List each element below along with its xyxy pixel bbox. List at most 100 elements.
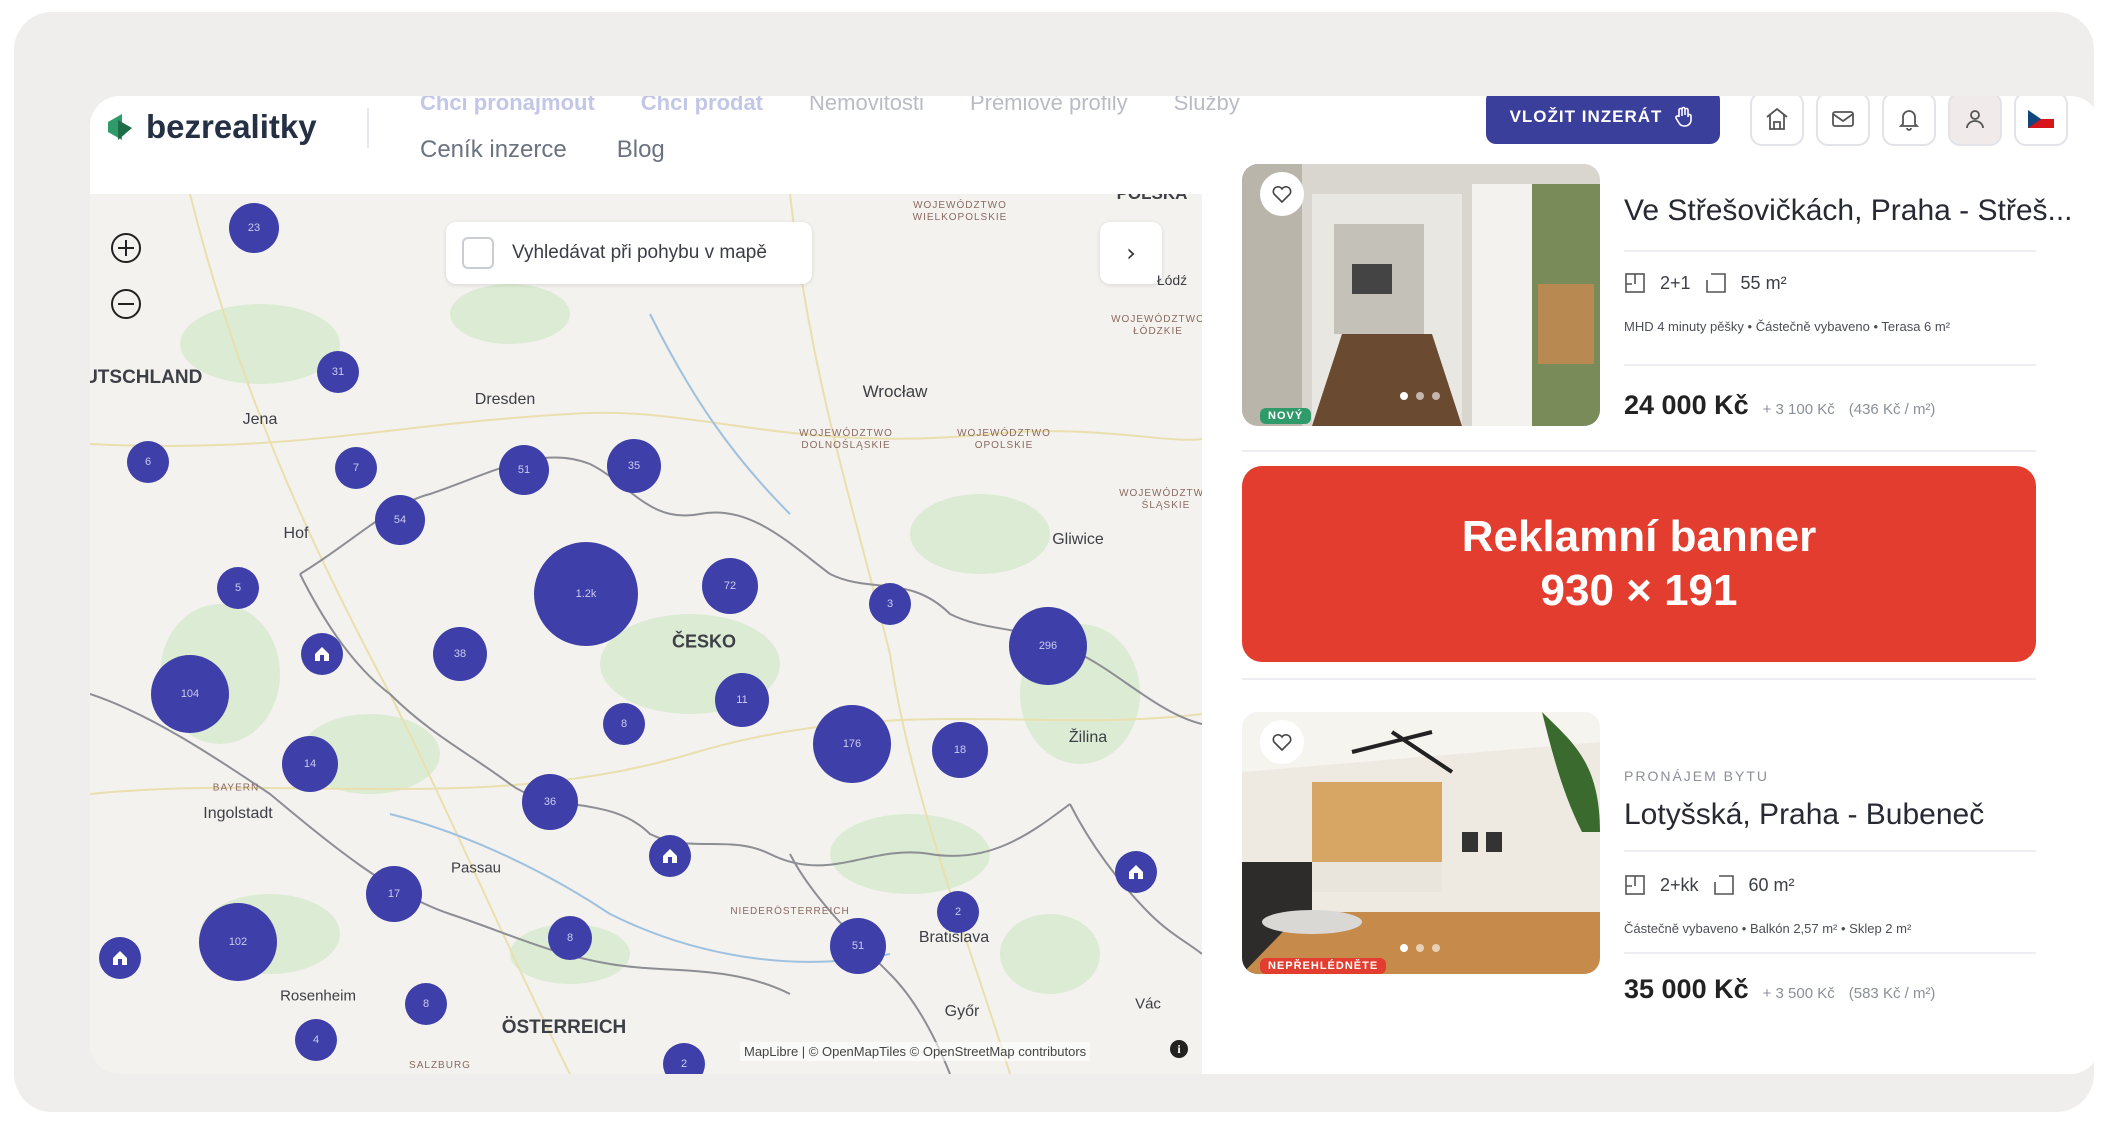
map-cluster[interactable]: 8 bbox=[405, 983, 447, 1025]
property-pin[interactable] bbox=[301, 633, 343, 675]
map-cluster[interactable]: 54 bbox=[375, 495, 425, 545]
map-cluster[interactable]: 104 bbox=[151, 655, 229, 733]
photo-carousel-dots[interactable] bbox=[1400, 944, 1440, 952]
map-cluster[interactable]: 51 bbox=[830, 918, 886, 974]
listing-photo[interactable]: NOVÝ bbox=[1242, 164, 1600, 426]
listing-title[interactable]: Lotyšská, Praha - Bubeneč bbox=[1624, 798, 1984, 832]
home-icon bbox=[113, 951, 127, 965]
post-listing-button[interactable]: VLOŽIT INZERÁT bbox=[1486, 96, 1720, 144]
bell-icon bbox=[1898, 110, 1920, 131]
listing-price: 24 000 Kč + 3 100 Kč (436 Kč / m²) bbox=[1624, 390, 1935, 421]
map-cluster[interactable]: 7 bbox=[335, 447, 377, 489]
map-cluster[interactable]: 4 bbox=[295, 1019, 337, 1061]
listing-photo[interactable]: NEPŘEHLÉDNĚTE bbox=[1242, 712, 1600, 974]
home-icon bbox=[1129, 865, 1143, 879]
logo[interactable]: bezrealitky bbox=[106, 108, 317, 146]
map-cluster[interactable]: 176 bbox=[813, 705, 891, 783]
ad-banner-size: 930 × 191 bbox=[1540, 566, 1738, 615]
listing-area: 60 m² bbox=[1748, 874, 1795, 895]
map-cluster[interactable]: 6 bbox=[127, 441, 169, 483]
map-cluster[interactable]: 1.2k bbox=[534, 542, 638, 646]
place-label: DEUTSCHLAND bbox=[90, 367, 203, 388]
zoom-in-button[interactable] bbox=[104, 226, 148, 270]
search-on-move-toggle[interactable]: Vyhledávat při pohybu v mapě bbox=[446, 222, 812, 284]
info-icon[interactable]: i bbox=[1170, 1040, 1188, 1058]
user-profile-button[interactable] bbox=[1948, 96, 2002, 146]
home-icon bbox=[315, 647, 329, 661]
floorplan-icon bbox=[1625, 273, 1645, 293]
ad-banner-title: Reklamní banner bbox=[1461, 512, 1817, 561]
nav-item-premium[interactable]: Prémiové profily bbox=[970, 96, 1128, 116]
listing-rooms: 2+kk bbox=[1660, 874, 1699, 895]
map-cluster[interactable]: 72 bbox=[702, 558, 758, 614]
place-label: Vác bbox=[1135, 995, 1161, 1013]
region-label: WOJEWÓDZTWO ŁÓDZKIE bbox=[1111, 314, 1202, 337]
map-cluster[interactable]: 36 bbox=[522, 774, 578, 830]
place-label: BAYERN bbox=[212, 782, 260, 794]
favorite-button[interactable] bbox=[1260, 172, 1304, 216]
place-label: Győr bbox=[944, 1003, 980, 1020]
price-per-m2: (583 Kč / m²) bbox=[1848, 985, 1936, 1002]
language-button[interactable] bbox=[2014, 96, 2068, 146]
listing-area: 55 m² bbox=[1740, 272, 1787, 293]
price-per-m2: (436 Kč / m²) bbox=[1848, 401, 1936, 418]
messages-button[interactable] bbox=[1816, 96, 1870, 146]
map-cluster[interactable]: 5 bbox=[217, 567, 259, 609]
place-label: Ingolstadt bbox=[203, 805, 273, 822]
property-pin[interactable] bbox=[649, 835, 691, 877]
map-cluster[interactable]: 11 bbox=[715, 673, 769, 727]
expand-list-button[interactable]: › bbox=[1100, 222, 1162, 284]
property-pin[interactable] bbox=[1115, 851, 1157, 893]
zoom-out-button[interactable] bbox=[104, 282, 148, 326]
divider bbox=[1242, 678, 2036, 680]
nav-item-pricing[interactable]: Ceník inzerce bbox=[420, 136, 567, 164]
region-label: WOJEWÓDZTWO DOLNOŚLĄSKIE bbox=[799, 428, 893, 451]
region-label: SALZBURG bbox=[409, 1060, 471, 1071]
listing-specs: 2+kk 60 m² bbox=[1624, 874, 1795, 896]
map-cluster[interactable]: 35 bbox=[607, 439, 661, 493]
divider bbox=[1624, 364, 2036, 366]
divider bbox=[1624, 850, 2036, 852]
map-cluster[interactable]: 8 bbox=[603, 703, 645, 745]
map-cluster[interactable]: 8 bbox=[548, 916, 592, 960]
nav-item-rent[interactable]: Chci pronajmout bbox=[420, 96, 595, 116]
heart-icon bbox=[1272, 185, 1292, 204]
map-view[interactable]: Vyhledávat při pohybu v mapě › WOJEWÓDZT… bbox=[90, 194, 1202, 1074]
map-cluster[interactable]: 3 bbox=[869, 583, 911, 625]
minus-circle-icon bbox=[111, 289, 141, 319]
map-cluster[interactable]: 18 bbox=[932, 722, 988, 778]
map-cluster[interactable]: 23 bbox=[229, 203, 279, 253]
ad-banner[interactable]: Reklamní banner 930 × 191 bbox=[1242, 466, 2036, 662]
search-on-move-checkbox[interactable] bbox=[462, 237, 494, 269]
photo-carousel-dots[interactable] bbox=[1400, 392, 1440, 400]
mail-icon bbox=[1832, 111, 1854, 127]
property-pin[interactable] bbox=[99, 937, 141, 979]
site-header: bezrealitky Chci pronajmout Chci prodat … bbox=[90, 96, 2094, 194]
map-cluster[interactable]: 2 bbox=[937, 891, 979, 933]
favorite-button[interactable] bbox=[1260, 720, 1304, 764]
saved-searches-button[interactable] bbox=[1750, 96, 1804, 146]
map-cluster[interactable]: 17 bbox=[366, 866, 422, 922]
divider bbox=[1242, 450, 2036, 452]
area-icon bbox=[1705, 273, 1726, 293]
user-icon bbox=[1966, 110, 1984, 129]
map-cluster[interactable]: 14 bbox=[282, 736, 338, 792]
map-cluster[interactable]: 51 bbox=[499, 445, 549, 495]
place-label: Łódź bbox=[1156, 272, 1188, 288]
price-main: 35 000 Kč bbox=[1624, 974, 1749, 1004]
nav-item-blog[interactable]: Blog bbox=[617, 136, 665, 164]
map-cluster[interactable]: 102 bbox=[199, 903, 277, 981]
place-label: Rosenheim bbox=[280, 987, 356, 1005]
map-cluster[interactable]: 296 bbox=[1009, 607, 1087, 685]
map-cluster[interactable]: 31 bbox=[317, 351, 359, 393]
map-attribution[interactable]: MapLibre | © OpenMapTiles © OpenStreetMa… bbox=[740, 1042, 1091, 1061]
nav-item-sell[interactable]: Chci prodat bbox=[641, 96, 763, 116]
map-cluster[interactable]: 38 bbox=[433, 627, 487, 681]
nav-item-services[interactable]: Služby bbox=[1174, 96, 1240, 116]
notifications-button[interactable] bbox=[1882, 96, 1936, 146]
listing-title[interactable]: Ve Střešovičkách, Praha - Střeš... bbox=[1624, 194, 2073, 228]
listing-specs: 2+1 55 m² bbox=[1624, 272, 1787, 294]
nav-item-properties[interactable]: Nemovitosti bbox=[809, 96, 924, 116]
listing-features: MHD 4 minuty pěšky • Částečně vybaveno •… bbox=[1624, 319, 1951, 334]
search-on-move-label: Vyhledávat při pohybu v mapě bbox=[512, 242, 767, 263]
